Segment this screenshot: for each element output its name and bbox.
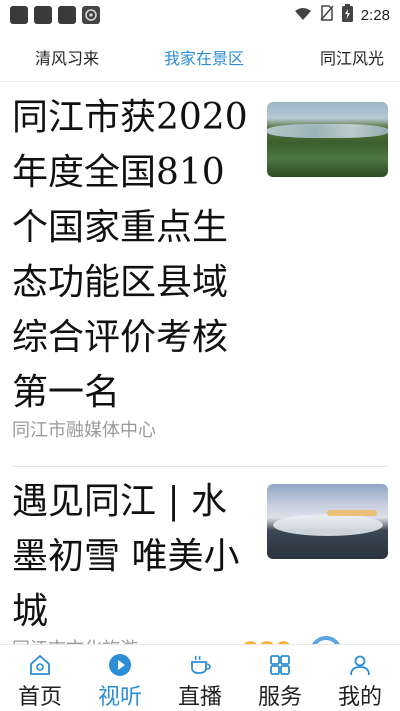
news-source: 同江市文化旅游 <box>12 635 388 644</box>
grid-icon <box>270 655 290 675</box>
tab-tongjiang-fengguang[interactable]: 同江风光 <box>320 45 384 69</box>
nav-label: 视听 <box>97 685 142 710</box>
nav-fuwu[interactable]: 服务 <box>240 645 320 711</box>
notification-square-icon <box>10 6 28 24</box>
divider <box>12 466 388 467</box>
tab-qingfeng[interactable]: 清风习来 <box>35 45 99 69</box>
status-time: 2:28 <box>360 6 390 24</box>
bottom-nav: 首页 视听 直播 服务 我的 <box>0 644 400 711</box>
nav-label: 我的 <box>337 685 382 710</box>
play-icon <box>109 654 131 676</box>
news-list: 同江市获2020年度全国810个国家重点生态功能区县域综合评价考核第一名 同江市… <box>0 82 400 644</box>
tab-wojia-jingqu[interactable]: 我家在景区 <box>164 45 244 69</box>
home-icon <box>30 654 50 675</box>
coffee-cup-icon <box>191 655 211 674</box>
nav-shiting[interactable]: 视听 <box>80 645 160 711</box>
no-sim-icon <box>320 5 334 25</box>
top-tabs: 清风习来 我家在景区 同江风光 <box>0 30 400 82</box>
nav-label: 直播 <box>177 685 222 710</box>
news-thumbnail[interactable] <box>267 102 388 177</box>
nav-label: 服务 <box>257 685 302 710</box>
battery-charging-icon <box>341 4 353 26</box>
nav-label: 首页 <box>17 685 62 710</box>
notification-icons <box>10 6 100 24</box>
wifi-icon <box>294 6 312 25</box>
news-source: 同江市融媒体中心 <box>12 420 156 441</box>
app-notification-icon <box>82 6 100 24</box>
news-item[interactable]: 同江市获2020年度全国810个国家重点生态功能区县域综合评价考核第一名 同江市… <box>12 90 388 442</box>
status-bar: 2:28 <box>0 0 400 30</box>
notification-square-icon <box>34 6 52 24</box>
notification-square-icon <box>58 6 76 24</box>
news-title[interactable]: 遇见同江 | 水墨初雪 唯美小城 <box>12 474 252 639</box>
news-item[interactable]: 遇见同江 | 水墨初雪 唯美小城 同江市文化旅游 <box>12 474 388 644</box>
news-thumbnail[interactable] <box>267 484 388 559</box>
user-icon <box>350 655 370 676</box>
news-title[interactable]: 同江市获2020年度全国810个国家重点生态功能区县域综合评价考核第一名 <box>12 90 252 420</box>
nav-zhibo[interactable]: 直播 <box>160 645 240 711</box>
nav-wode[interactable]: 我的 <box>320 645 400 711</box>
nav-home[interactable]: 首页 <box>0 645 80 711</box>
